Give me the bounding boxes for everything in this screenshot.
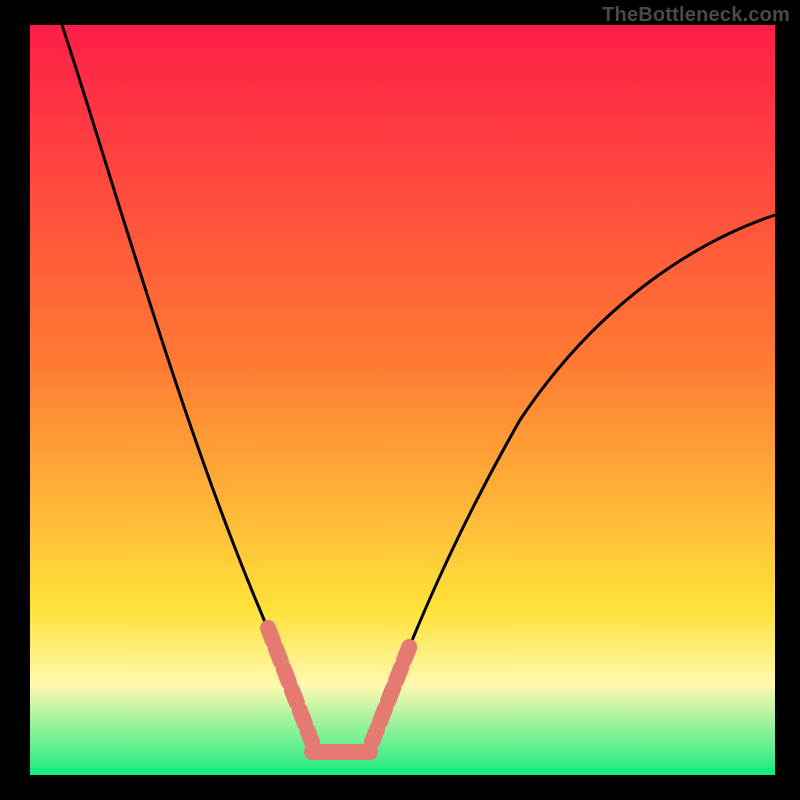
bottleneck-chart xyxy=(0,0,800,800)
baseline-band xyxy=(30,768,775,775)
chart-frame: TheBottleneck.com xyxy=(0,0,800,800)
watermark-text: TheBottleneck.com xyxy=(602,4,790,27)
